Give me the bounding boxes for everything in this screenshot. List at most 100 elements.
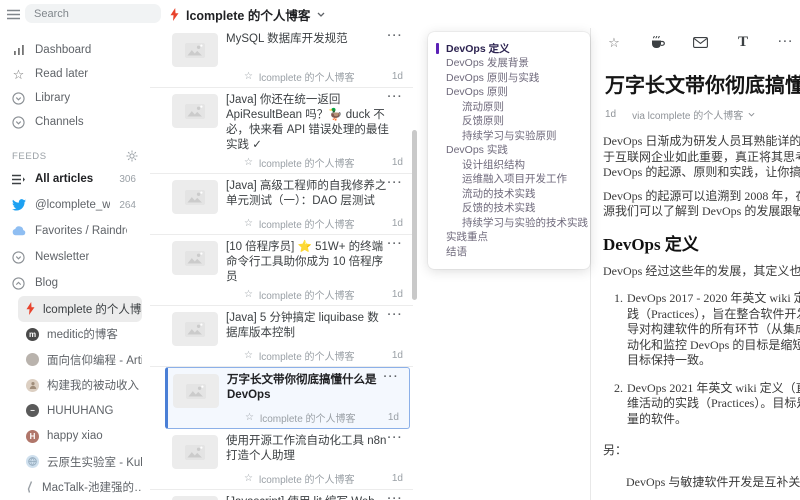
star-icon: ☆ (11, 68, 26, 81)
reader-pane: ☆T··· 万字长文带你彻底搞懂什么是 DevOps 1d via lcompl… (590, 0, 800, 500)
avatar-h-icon: H (26, 430, 39, 443)
article-source: lcomplete 的个人博客 (259, 69, 355, 84)
blog-subscription-mactalk[interactable]: MacTalk-池建强的… (18, 475, 142, 500)
text-line: DevOps 经过这些年的发展，其定义也在不断 (603, 264, 800, 280)
toc-item-label: 运维融入项目开发工作 (462, 171, 567, 186)
list-item[interactable]: [Java] 你还在统一返回 ApiResultBean 吗？🦆 duck 不必… (150, 88, 413, 174)
article-source-dropdown[interactable]: via lcomplete 的个人博客 (632, 107, 755, 122)
feed-item-favorites-raindrop-io[interactable]: Favorites / Raindrop.io (0, 218, 148, 244)
toc-item[interactable]: 实践重点 (428, 230, 586, 245)
list-item[interactable]: [10 倍程序员] ⭐ 51W+ 的终端命令行工具助你成为 10 倍程序员···… (150, 235, 413, 306)
more-button[interactable]: ··· (388, 92, 404, 103)
blog-subscription-lcomplete[interactable]: lcomplete 的个人博客 (18, 296, 142, 322)
more-button[interactable]: ··· (388, 239, 404, 250)
gear-icon[interactable] (126, 150, 138, 162)
toc-item[interactable]: DevOps 发展背景 (428, 56, 586, 71)
favorite-star-icon[interactable]: ☆ (244, 71, 253, 82)
blog-subscription-huhuhang[interactable]: −HUHUHANG (18, 398, 142, 424)
toc-item-label: DevOps 原则 (446, 84, 508, 99)
star-icon[interactable]: ☆ (606, 34, 622, 50)
article-title: [Javascript] 使用 lit 编写 Web Components 简化… (226, 495, 403, 500)
sidebar-item-label: Channels (35, 116, 84, 128)
paragraph: 另： (603, 443, 800, 459)
text-line: DevOps 的起源、原则和实践，让你搞清楚到 (603, 165, 800, 181)
toc-item-label: 实践重点 (446, 229, 488, 244)
blog-subscription-label: 云原生实验室 - Kube… (47, 454, 142, 470)
more-button[interactable]: ··· (384, 372, 400, 383)
favorite-star-icon[interactable]: ☆ (244, 157, 253, 168)
favorite-star-icon[interactable]: ☆ (245, 412, 254, 423)
blog-subscriptions-list: lcomplete 的个人博客mmeditic的博客面向信仰编程 - Artic… (0, 296, 148, 500)
mail-icon[interactable] (692, 34, 708, 50)
more-button[interactable]: ··· (388, 178, 404, 189)
feed-item-label: Blog (35, 277, 58, 289)
list-item[interactable]: [Java] 高级工程师的自我修养之单元测试（一）：DAO 层测试···☆lco… (150, 174, 413, 235)
blog-subscription-happy-xiao[interactable]: Hhappy xiao (18, 424, 142, 450)
toc-item[interactable]: 运维融入项目开发工作 (428, 172, 586, 187)
toc-item[interactable]: 流动的技术实践 (428, 186, 586, 201)
feed-item-all-articles[interactable]: All articles306 (0, 166, 148, 192)
thumbnail (172, 180, 218, 214)
favorite-star-icon[interactable]: ☆ (244, 218, 253, 229)
typography-icon[interactable]: T (735, 34, 751, 50)
feed-item-newsletter[interactable]: Newsletter (0, 244, 148, 270)
more-button[interactable]: ··· (388, 494, 404, 500)
toc-item[interactable]: 反馈原则 (428, 114, 586, 129)
blog-subscription-meditic[interactable]: mmeditic的博客 (18, 322, 142, 348)
feed-title-dropdown[interactable]: lcomplete 的个人博客 (170, 5, 325, 24)
sidebar-item-read-later[interactable]: ☆Read later (0, 62, 148, 86)
article-list: MySQL 数据库开发规范···☆lcomplete 的个人博客1d[Java]… (150, 28, 413, 500)
blog-subscription-artic[interactable]: 面向信仰编程 - Artic… (18, 347, 142, 373)
toc-popup: DevOps 定义DevOps 发展背景DevOps 原则与实践DevOps 原… (428, 32, 590, 269)
toc-item[interactable]: 设计组织结构 (428, 157, 586, 172)
more-button[interactable]: ··· (388, 31, 404, 42)
toc-item-label: 反馈原则 (462, 113, 504, 128)
toc-item[interactable]: DevOps 原则与实践 (428, 70, 586, 85)
toc-item[interactable]: 反馈的技术实践 (428, 201, 586, 216)
favorite-star-icon[interactable]: ☆ (244, 289, 253, 300)
toc-item[interactable]: DevOps 实践 (428, 143, 586, 158)
blog-subscription-item[interactable]: 构建我的被动收入 (18, 373, 142, 399)
sidebar-item-library[interactable]: Library (0, 86, 148, 110)
list-item[interactable]: MySQL 数据库开发规范···☆lcomplete 的个人博客1d (150, 28, 413, 88)
toc-item[interactable]: DevOps 原则 (428, 85, 586, 100)
list-item[interactable]: 万字长文带你彻底搞懂什么是 DevOps···☆lcomplete 的个人博客1… (165, 367, 410, 429)
toc-item-label: 流动原则 (462, 99, 504, 114)
toc-list: DevOps 定义DevOps 发展背景DevOps 原则与实践DevOps 原… (428, 41, 586, 259)
image-icon (185, 43, 205, 58)
sidebar-item-dashboard[interactable]: Dashboard (0, 38, 148, 62)
list-item[interactable]: [Javascript] 使用 lit 编写 Web Components 简化… (150, 490, 413, 500)
menu-icon[interactable] (7, 9, 20, 20)
toc-item[interactable]: 流动原则 (428, 99, 586, 114)
section-heading: DevOps 定义 (603, 234, 800, 256)
coffee-icon[interactable] (649, 34, 665, 50)
card-footer: ☆lcomplete 的个人博客1d (244, 156, 403, 169)
unread-count: 306 (119, 174, 148, 185)
feed-item-label: Favorites / Raindrop.io (35, 225, 127, 237)
toc-item[interactable]: 持续学习与实验的技术实践 (428, 215, 586, 230)
list-item[interactable]: 使用开源工作流自动化工具 n8n 打造个人助理···☆lcomplete 的个人… (150, 429, 413, 490)
toc-item[interactable]: 持续学习与实验原则 (428, 128, 586, 143)
image-icon (186, 384, 206, 399)
feed-item-lcomplete-wild-twitt[interactable]: @lcomplete_wild (Twitt…264 (0, 192, 148, 218)
more-button[interactable]: ··· (388, 433, 404, 444)
feed-item-blog[interactable]: Blog (0, 270, 148, 296)
toc-item[interactable]: 结语 (428, 244, 586, 259)
article-body: DevOps 日渐成为研发人员耳熟能详的一个组于互联网企业如此重要，真正将其思考… (603, 134, 800, 490)
article-list-column: MySQL 数据库开发规范···☆lcomplete 的个人博客1d[Java]… (150, 28, 413, 500)
toc-item-label: DevOps 原则与实践 (446, 70, 539, 85)
scrollbar-thumb[interactable] (412, 130, 417, 300)
sidebar-item-channels[interactable]: Channels (0, 110, 148, 134)
blog-subscription-kube[interactable]: 云原生实验室 - Kube… (18, 449, 142, 475)
more-button[interactable]: ··· (388, 310, 404, 321)
toc-item[interactable]: DevOps 定义 (428, 41, 586, 56)
favorite-star-icon[interactable]: ☆ (244, 473, 253, 484)
search-input[interactable] (25, 4, 161, 23)
article-source: lcomplete 的个人博客 (259, 471, 355, 486)
chevron-circle-down-icon (11, 251, 26, 264)
more-icon[interactable]: ··· (778, 34, 794, 50)
list-item[interactable]: [Java] 5 分钟搞定 liquibase 数据库版本控制···☆lcomp… (150, 306, 413, 367)
article-title: MySQL 数据库开发规范 (226, 32, 403, 67)
card-row: [10 倍程序员] ⭐ 51W+ 的终端命令行工具助你成为 10 倍程序员 (172, 240, 403, 285)
favorite-star-icon[interactable]: ☆ (244, 350, 253, 361)
